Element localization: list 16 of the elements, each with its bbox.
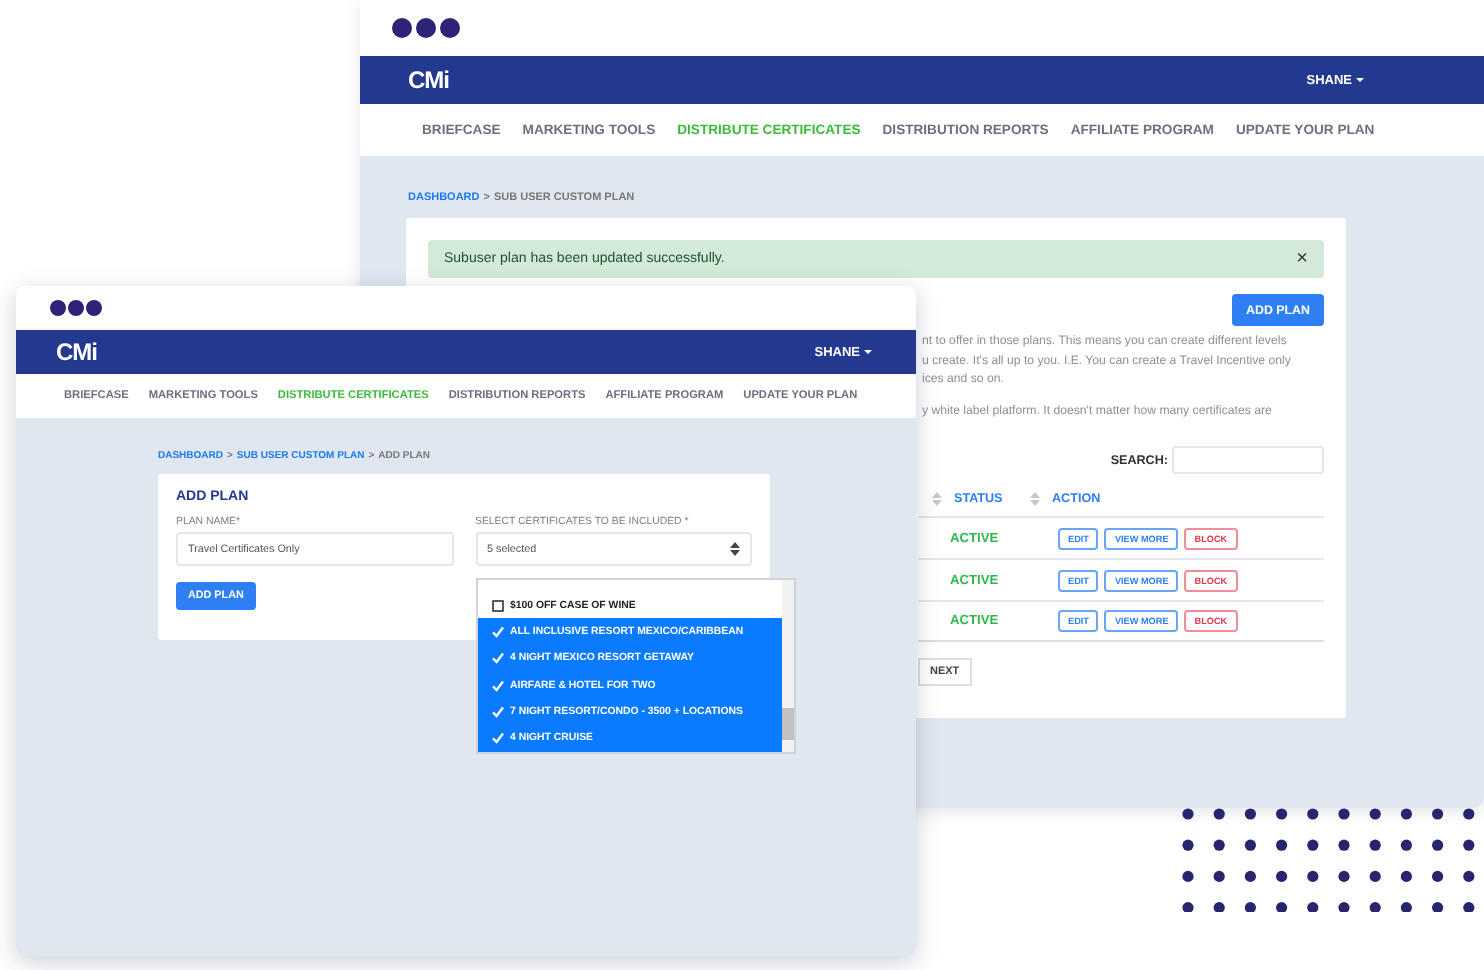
close-button[interactable]: × (1296, 249, 1308, 269)
scrollbar[interactable] (782, 580, 794, 752)
checkmark-icon (492, 732, 504, 745)
sort-icon (932, 492, 942, 506)
caret-icon (864, 350, 872, 354)
caret-icon (1356, 78, 1364, 82)
logo: CMi (408, 66, 449, 94)
checkmark-icon (492, 652, 504, 665)
logo: CMi (56, 338, 97, 366)
checkmark-icon (492, 625, 504, 638)
search-field[interactable] (1172, 446, 1324, 474)
checkbox-icon (492, 599, 504, 612)
sort-icon (1030, 492, 1040, 506)
sort-icon (730, 542, 740, 556)
dots-icon (50, 300, 102, 316)
dots-icon (392, 18, 460, 38)
